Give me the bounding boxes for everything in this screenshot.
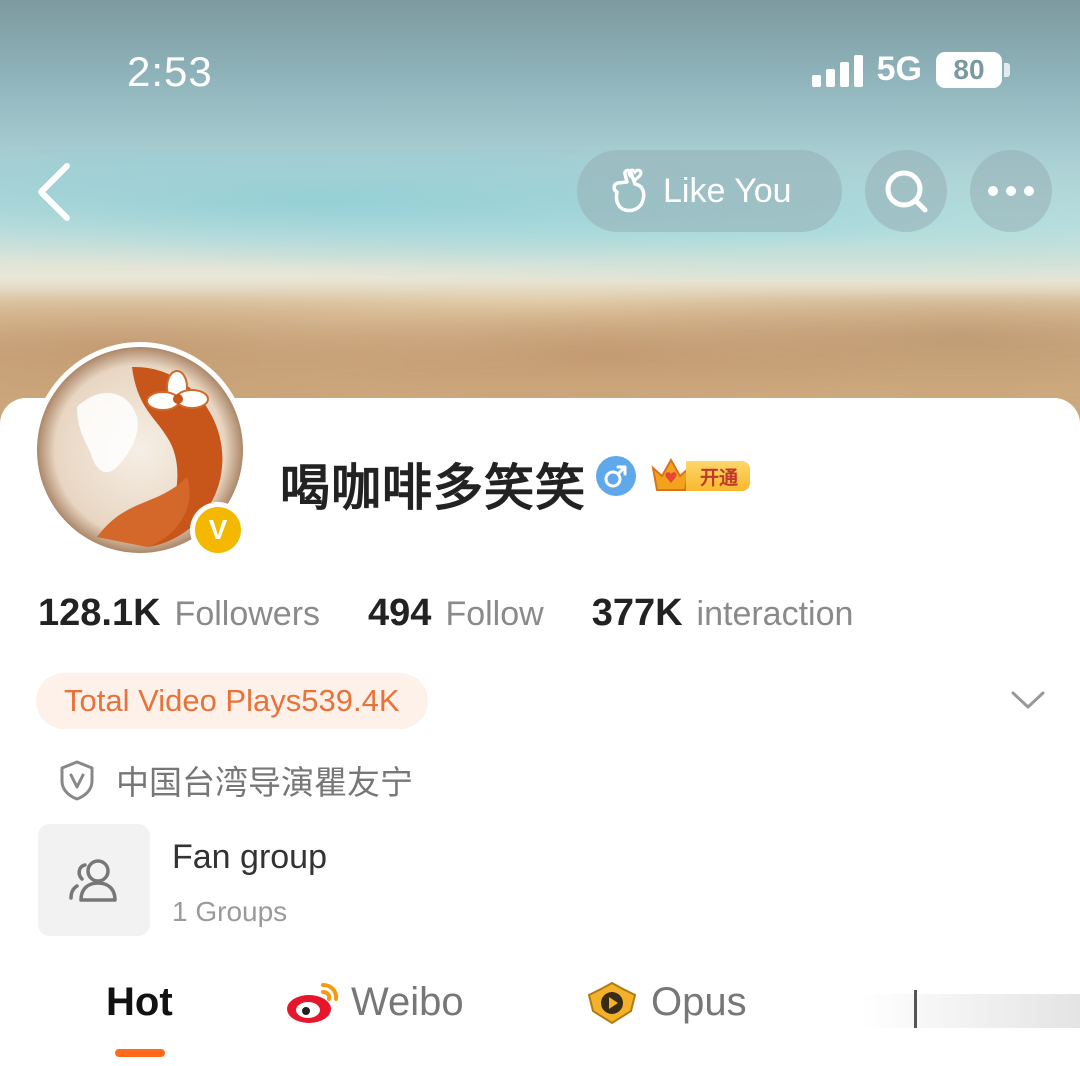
gender-male-icon: [596, 456, 636, 496]
interaction-stat[interactable]: 377K interaction: [592, 592, 854, 635]
shield-v-icon: [60, 760, 94, 801]
vip-open-label: 开通: [686, 461, 751, 491]
battery-level: 80: [936, 51, 1002, 88]
tab-opus[interactable]: Opus: [585, 980, 747, 1025]
fan-group-count: 1 Groups: [172, 896, 288, 927]
profile-name: 喝咖啡多笑笑: [280, 460, 586, 516]
tab-weibo[interactable]: Weibo: [285, 980, 464, 1025]
status-time: 2:53: [127, 48, 213, 95]
network-type: 5G: [876, 50, 922, 88]
followers-label: Followers: [174, 595, 321, 633]
follow-label: Follow: [445, 595, 544, 633]
weibo-logo-icon: [287, 982, 339, 1023]
interaction-count: 377K: [591, 592, 683, 634]
active-tab-indicator: [115, 1049, 165, 1057]
chevron-down-icon: [1011, 691, 1045, 709]
tab-divider: [914, 990, 917, 1028]
fan-group-title[interactable]: Fan group: [172, 838, 327, 877]
tab-weibo-label: Weibo: [351, 980, 464, 1024]
like-you-label: Like You: [663, 171, 792, 210]
more-icon: [988, 186, 1034, 196]
signal-icon: [811, 53, 863, 87]
search-button[interactable]: [865, 150, 947, 232]
status-indicators: 5G 80: [811, 50, 1010, 89]
video-plays-chip[interactable]: Total Video Plays539.4K: [36, 673, 428, 729]
follow-count: 494: [368, 592, 432, 634]
battery-icon: 80: [936, 51, 1010, 88]
group-icon: [69, 859, 117, 902]
tab-overflow-fade: [860, 994, 1080, 1028]
followers-count: 128.1K: [38, 592, 161, 634]
like-you-button[interactable]: Like You: [577, 150, 842, 232]
search-icon: [885, 170, 928, 213]
tab-hot[interactable]: Hot: [106, 980, 173, 1025]
back-arrow-icon: [38, 163, 70, 221]
follow-stat[interactable]: 494 Follow: [368, 592, 544, 635]
certification-row: 中国台湾导演瞿友宁: [58, 756, 413, 804]
hand-heart-icon: [612, 168, 646, 213]
verified-badge: V: [190, 502, 246, 558]
expand-button[interactable]: [1008, 682, 1048, 718]
more-button[interactable]: [970, 150, 1052, 232]
opus-icon: [587, 981, 637, 1024]
followers-stat[interactable]: 128.1K Followers: [38, 592, 320, 635]
tab-opus-label: Opus: [651, 980, 747, 1024]
fan-group-icon-box[interactable]: [38, 824, 150, 936]
tab-hot-label: Hot: [106, 980, 173, 1024]
profile-stats: 128.1K Followers 494 Follow 377K interac…: [38, 592, 901, 635]
back-button[interactable]: [28, 160, 78, 224]
vip-open-button[interactable]: 开通: [650, 456, 751, 496]
certification-text: 中国台湾导演瞿友宁: [116, 764, 413, 801]
interaction-label: interaction: [696, 595, 854, 633]
verified-mark: V: [195, 507, 241, 553]
